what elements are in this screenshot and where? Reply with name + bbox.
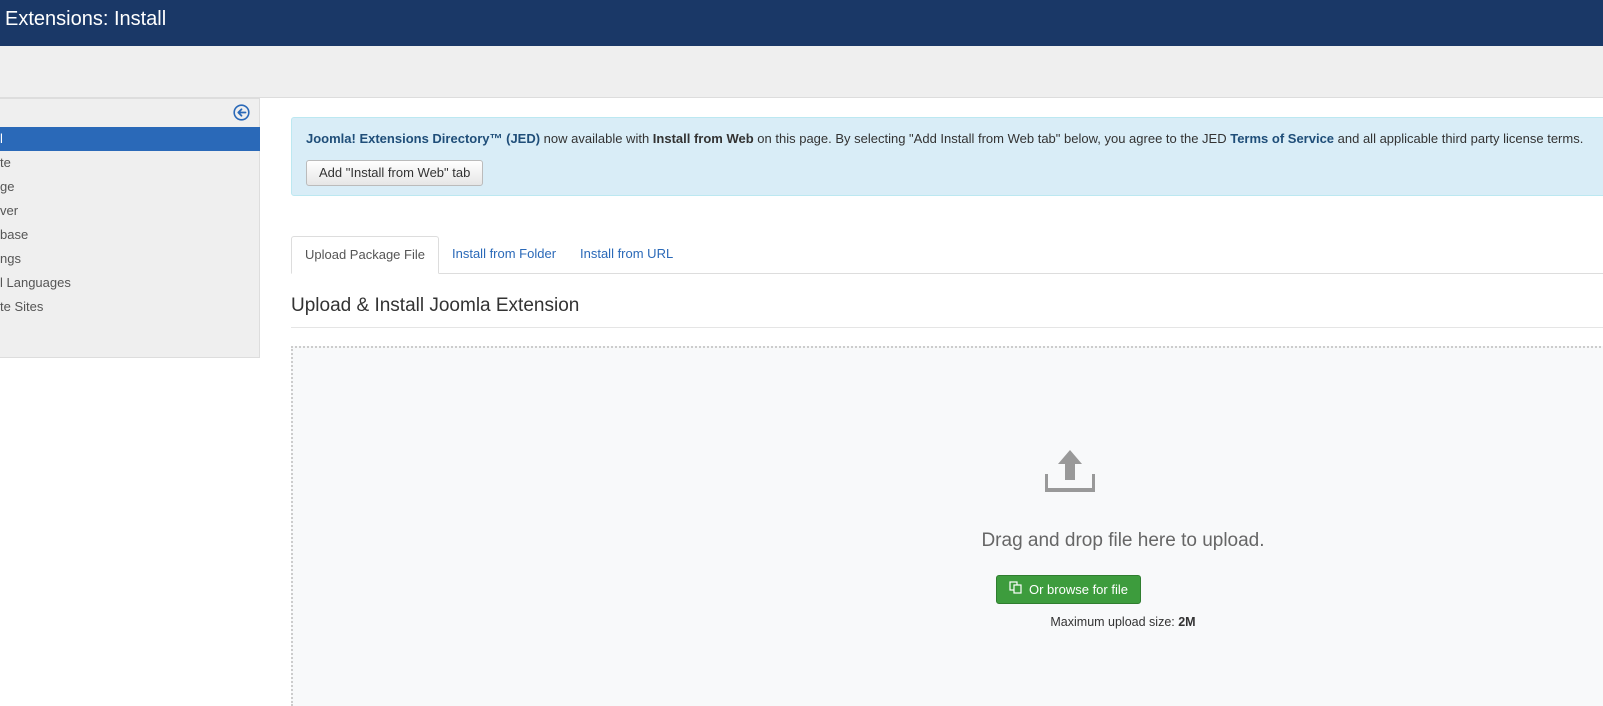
jed-link[interactable]: Joomla! Extensions Directory™ (JED) bbox=[306, 131, 540, 146]
sidebar-item-label: l bbox=[0, 131, 3, 146]
sidebar-item-label: te Sites bbox=[0, 299, 44, 314]
jed-notice-text: Joomla! Extensions Directory™ (JED) now … bbox=[306, 131, 1584, 146]
sidebar-item-label: base bbox=[0, 227, 29, 242]
add-install-from-web-button[interactable]: Add "Install from Web" tab bbox=[306, 160, 484, 186]
sidebar-item-manage[interactable]: ge bbox=[0, 175, 260, 199]
sidebar-item-label: ngs bbox=[0, 251, 21, 266]
sidebar-item-label: l Languages bbox=[0, 275, 71, 290]
sidebar-item-label: ver bbox=[0, 203, 19, 218]
sidebar-item-label: te bbox=[0, 155, 11, 170]
sidebar: l te ge ver base ngs l Languages te Site… bbox=[0, 98, 260, 358]
sidebar-item-install-languages[interactable]: l Languages bbox=[0, 271, 260, 295]
upload-icon bbox=[1044, 448, 1096, 492]
upload-dropzone[interactable]: Drag and drop file here to upload. Or br… bbox=[291, 346, 1603, 706]
header-bar: Extensions: Install bbox=[0, 0, 1603, 46]
browse-file-button[interactable]: Or browse for file bbox=[996, 575, 1141, 604]
sidebar-item-warnings[interactable]: ngs bbox=[0, 247, 260, 271]
sidebar-item-database[interactable]: base bbox=[0, 223, 260, 247]
jed-notice: Joomla! Extensions Directory™ (JED) now … bbox=[291, 117, 1603, 196]
sidebar-toggle-icon[interactable] bbox=[233, 104, 250, 121]
page-title: Extensions: Install bbox=[5, 8, 167, 30]
tab-install-from-folder[interactable]: Install from Folder bbox=[439, 236, 569, 273]
section-title: Upload & Install Joomla Extension bbox=[291, 295, 580, 316]
tab-upload-package-file[interactable]: Upload Package File bbox=[291, 236, 439, 274]
copy-icon bbox=[1009, 576, 1023, 603]
max-upload-size: Maximum upload size: 2M bbox=[1050, 615, 1196, 629]
install-from-web-text: Install from Web bbox=[652, 131, 754, 146]
tab-install-from-url[interactable]: Install from URL bbox=[567, 236, 686, 273]
sidebar-item-update-sites[interactable]: te Sites bbox=[0, 295, 260, 319]
install-tabs: Upload Package File Install from Folder … bbox=[291, 236, 1603, 274]
sidebar-item-discover[interactable]: ver bbox=[0, 199, 260, 223]
sidebar-item-install[interactable]: l bbox=[0, 127, 260, 151]
toolbar bbox=[0, 46, 1603, 98]
divider bbox=[291, 327, 1603, 328]
terms-of-service-link[interactable]: Terms of Service bbox=[1230, 131, 1334, 146]
drag-drop-text: Drag and drop file here to upload. bbox=[981, 530, 1265, 551]
sidebar-item-label: ge bbox=[0, 179, 15, 194]
browse-file-label: Or browse for file bbox=[1029, 582, 1128, 597]
sidebar-item-update[interactable]: te bbox=[0, 151, 260, 175]
max-upload-value: 2M bbox=[1178, 615, 1196, 629]
